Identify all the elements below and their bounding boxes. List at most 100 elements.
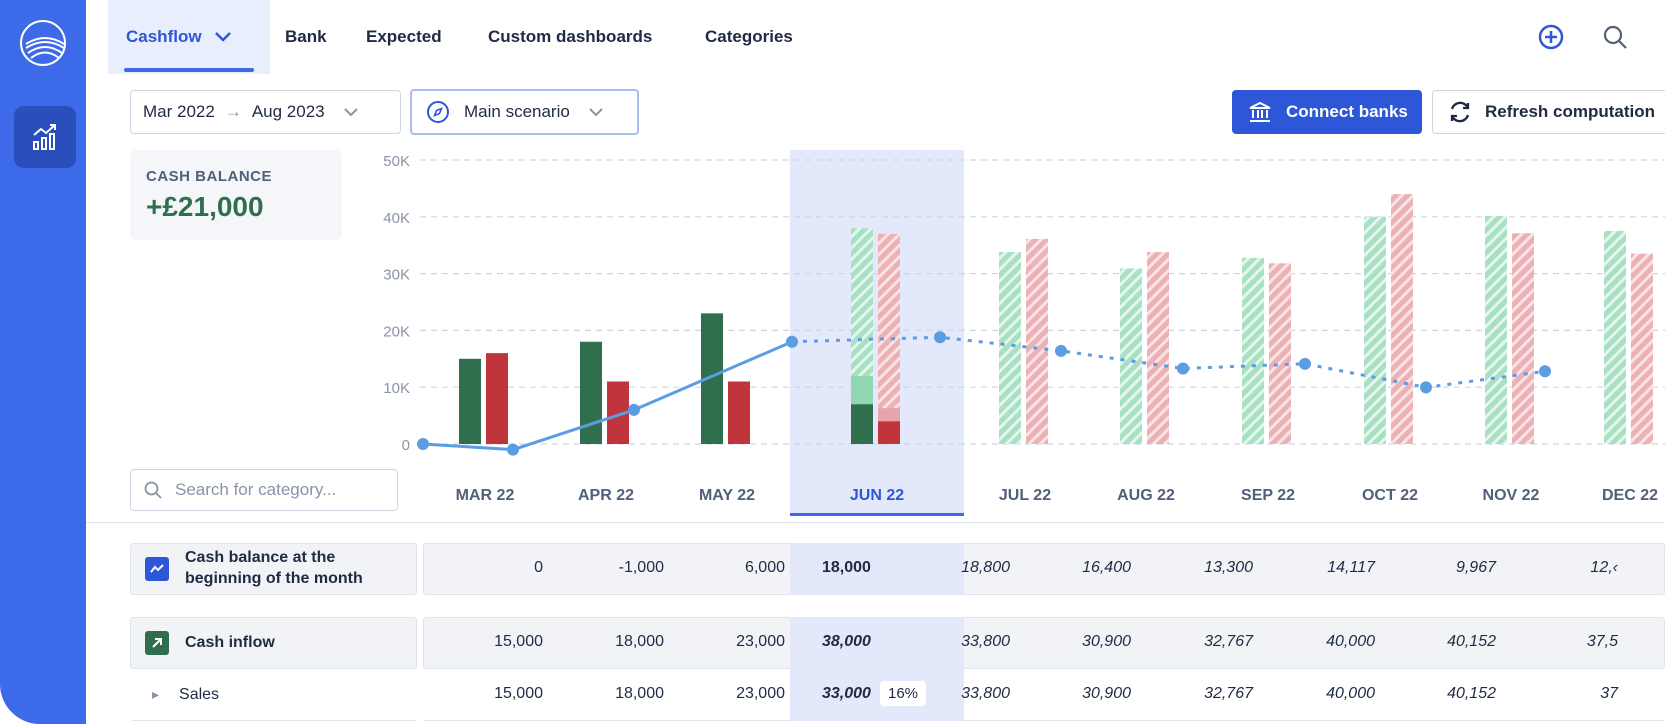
bank-icon <box>1249 101 1271 122</box>
balance-point <box>1420 381 1432 394</box>
table-cell: 23,000 <box>736 633 785 650</box>
tab-cashflow[interactable]: Cashflow <box>108 0 270 74</box>
table-cell: 16,400 <box>1082 559 1131 576</box>
tab-expected[interactable]: Expected <box>366 0 442 74</box>
row-label-text: Cash balance at the beginning of the mont… <box>185 548 363 590</box>
app-logo[interactable] <box>20 20 66 66</box>
outflow-bar-projected <box>1631 253 1653 444</box>
y-tick-label: 20K <box>383 323 410 340</box>
row-label-line: beginning of the month <box>185 570 363 587</box>
inflow-bar-projected <box>1242 257 1264 444</box>
balance-point <box>1177 362 1189 375</box>
balance-point <box>417 438 429 450</box>
trend-line-icon <box>145 557 169 581</box>
inflow-bar-actual <box>851 404 873 444</box>
table-row-label[interactable]: Cash inflow <box>130 617 417 669</box>
cash-balance-title: CASH BALANCE <box>146 168 272 185</box>
tab-cashflow-label: Cashflow <box>126 27 202 46</box>
chevron-down-icon <box>343 108 358 117</box>
left-rail <box>0 0 86 724</box>
y-tick-label: 10K <box>383 380 410 397</box>
table-cell: 12,‹ <box>1590 559 1618 576</box>
inflow-bar <box>701 313 723 444</box>
outflow-bar-actual <box>878 421 900 444</box>
category-search[interactable] <box>130 469 398 511</box>
caret-right-icon[interactable]: ▸ <box>152 686 159 703</box>
outflow-bar-projected <box>1512 233 1534 444</box>
table-row-label[interactable]: Cash balance at the beginning of the mont… <box>130 543 417 595</box>
logo-mark <box>25 37 64 59</box>
inflow-bar-projected <box>1364 216 1386 444</box>
outflow-bar-projected <box>1391 194 1413 444</box>
x-tick-label: JUL 22 <box>999 487 1051 504</box>
search-icon <box>144 481 162 499</box>
tab-custom-dashboards[interactable]: Custom dashboards <box>488 0 652 74</box>
compass-icon <box>427 101 449 123</box>
percentage-badge: 16% <box>880 681 927 706</box>
table-cell: 40,152 <box>1447 685 1496 702</box>
add-icon[interactable] <box>1536 22 1566 52</box>
outflow-bar <box>728 381 750 444</box>
tab-bank[interactable]: Bank <box>285 0 327 74</box>
refresh-icon <box>1450 101 1470 123</box>
table-cell: 37 <box>1600 685 1618 702</box>
outflow-bar-pending <box>878 408 900 422</box>
x-tick-label: DEC 22 <box>1602 487 1658 504</box>
row-label-text: Sales <box>179 685 220 703</box>
table-cell: 40,000 <box>1326 685 1375 702</box>
table-cell: 40,000 <box>1326 633 1375 650</box>
table-cell: 30,900 <box>1082 685 1131 702</box>
scenario-selector[interactable]: Main scenario <box>410 89 639 135</box>
active-tab-indicator <box>124 68 254 72</box>
connect-banks-label: Connect banks <box>1286 102 1408 121</box>
table-cell: 40,152 <box>1447 633 1496 650</box>
table-row-label[interactable]: ▸ Sales <box>130 669 417 721</box>
selected-month-highlight <box>790 150 964 516</box>
tab-categories[interactable]: Categories <box>705 0 793 74</box>
inflow-bar-projected <box>999 252 1021 444</box>
inflow-bar-projected <box>1604 231 1626 444</box>
scenario-label: Main scenario <box>464 102 570 121</box>
arrow-right-icon: → <box>224 102 242 121</box>
table-cell: 18,000 <box>615 685 664 702</box>
category-search-input[interactable] <box>175 480 375 500</box>
table-cell: 32,767 <box>1204 633 1253 650</box>
table-cell: 15,000 <box>494 633 543 650</box>
section-divider <box>86 522 1665 523</box>
outflow-bar-projected <box>1026 238 1048 444</box>
analytics-nav-button[interactable] <box>14 106 76 168</box>
table-cell: 30,900 <box>1082 633 1131 650</box>
x-tick-label: APR 22 <box>578 487 634 504</box>
table-cell: 18,800 <box>961 559 1010 576</box>
y-tick-label: 50K <box>383 153 410 170</box>
balance-point <box>1539 365 1551 378</box>
table-cell: 9,967 <box>1455 559 1496 576</box>
outflow-bar <box>607 381 629 444</box>
top-navigation: Cashflow Bank Expected Custom dashboards… <box>108 0 1665 74</box>
cash-balance-value: +£21,000 <box>146 191 264 222</box>
table-cell: -1,000 <box>618 559 664 576</box>
balance-point <box>507 443 519 456</box>
balance-point <box>628 403 640 416</box>
x-tick-label: MAY 22 <box>699 487 755 504</box>
table-cell: 13,300 <box>1204 559 1253 576</box>
chart-trend-icon <box>33 124 56 150</box>
outflow-bar-projected <box>1269 263 1291 444</box>
inflow-bar <box>459 358 481 444</box>
date-from: Mar 2022 <box>143 102 215 121</box>
arrow-up-right-icon <box>145 631 169 655</box>
table-cell: 15,000 <box>494 685 543 702</box>
row-label-line: Cash balance at the <box>185 549 336 567</box>
refresh-computation-button[interactable]: Refresh computation <box>1432 90 1665 134</box>
x-tick-label: AUG 22 <box>1117 487 1175 504</box>
row-label-text: Cash inflow <box>185 633 275 651</box>
date-range-picker[interactable]: Mar 2022 → Aug 2023 <box>130 90 401 134</box>
date-to: Aug 2023 <box>251 102 325 121</box>
outflow-bar <box>486 353 508 444</box>
search-icon[interactable] <box>1600 22 1630 52</box>
connect-banks-button[interactable]: Connect banks <box>1232 90 1422 134</box>
x-tick-label: NOV 22 <box>1483 487 1540 504</box>
table-cell: 6,000 <box>744 559 785 576</box>
y-tick-label: 40K <box>383 210 410 227</box>
chevron-down-icon <box>589 108 603 117</box>
